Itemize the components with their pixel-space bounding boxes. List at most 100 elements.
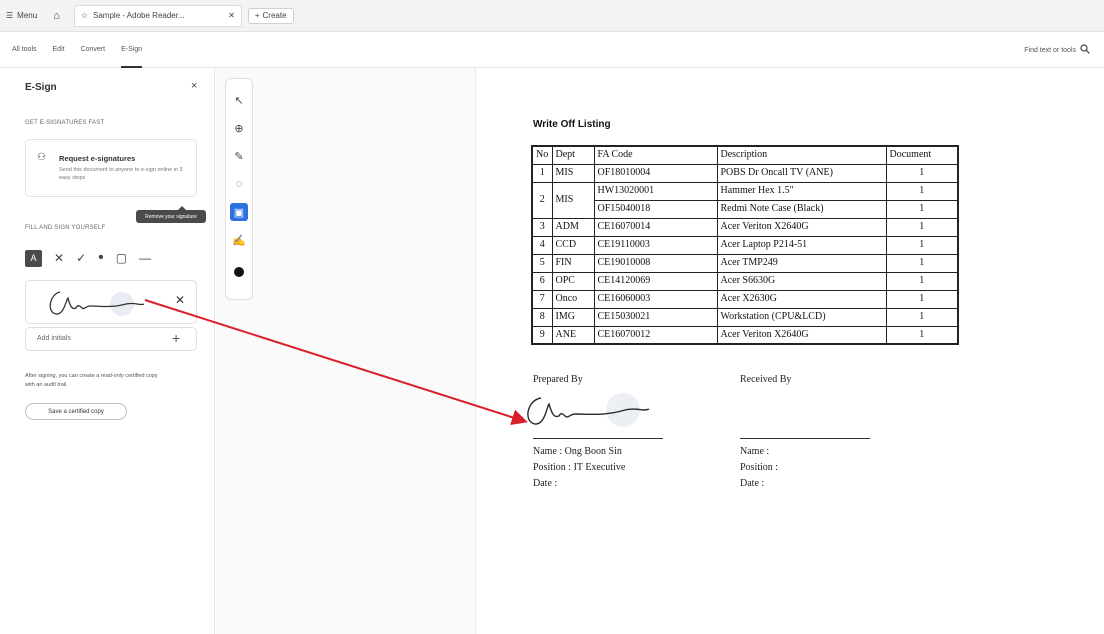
cell-description: Hammer Hex 1.5" [716,181,887,201]
menu-button[interactable]: ☰ Menu [6,11,37,20]
add-text-icon[interactable]: A [25,249,42,267]
cell-dept: ANE [551,325,595,345]
document-canvas-margin [216,68,475,634]
cell-fa-code: CE16070014 [593,217,718,237]
cell-fa-code: CE19010008 [593,253,718,273]
prepared-name: Name : Ong Boon Sin [533,446,622,457]
select-cursor-icon[interactable]: ↖ [230,91,248,109]
panel-title: E-Sign [25,82,57,93]
home-icon[interactable]: ⌂ [53,10,60,22]
received-by-label: Received By [740,374,792,385]
header-no: No [531,145,553,165]
dot-icon[interactable]: • [98,249,104,267]
cell-description: Acer Veriton X2640G [716,325,887,345]
tab-title: Sample - Adobe Reader... [93,11,185,20]
header-document: Document [885,145,959,165]
close-panel-icon[interactable]: × [191,80,197,92]
table-row: OF15040018 Redmi Note Case (Black) 1 [532,199,959,219]
menu-all-tools[interactable]: All tools [12,32,37,68]
cell-document: 1 [885,235,959,255]
section-label-fast: GET E-SIGNATURES FAST [25,120,105,126]
remove-signature-tooltip: Remove your signature [136,206,206,223]
pen-icon[interactable]: ✎ [230,147,248,165]
find-tools-search[interactable]: Find text or tools [1024,32,1090,68]
signature-card[interactable]: ✕ [25,280,197,324]
request-description: Send this document to anyone to e-sign o… [59,167,183,181]
cell-dept: FIN [551,253,595,273]
cell-fa-code: CE14120069 [593,271,718,291]
fill-sign-icon[interactable]: ▣ [230,203,248,221]
plus-icon: + [254,11,260,20]
add-initials-card[interactable]: Add initials + [25,327,197,351]
cell-dept: MIS [551,181,595,219]
request-title: Request e-signatures [59,154,136,163]
cell-dept: Onco [551,289,595,309]
cell-fa-code: CE19110003 [593,235,718,255]
received-position: Position : [740,462,779,473]
prepared-by-label: Prepared By [533,374,583,385]
received-date: Date : [740,478,765,489]
zoom-icon[interactable]: ⊕ [230,119,248,137]
table-row: 8 IMG CE15030021 Workstation (CPU&LCD) 1 [531,307,959,327]
cell-no: 7 [531,289,553,309]
certified-copy-info: After signing, you can create a read-onl… [25,373,158,388]
header-dept: Dept [551,145,595,165]
menu-e-sign[interactable]: E-Sign [121,32,143,68]
placed-signature[interactable] [515,388,655,436]
table-row: 4 CCD CE19110003 Acer Laptop P214-51 1 [531,235,959,255]
cell-description: Workstation (CPU&LCD) [716,307,887,327]
color-picker-icon[interactable] [230,263,248,281]
checkmark-icon[interactable]: ✓ [76,251,86,265]
menu-all-tools-label: All tools [12,46,37,53]
table-row: 9 ANE CE16070012 Acer Veriton X2640G 1 [531,325,959,345]
browser-tab-bar: ☰ Menu ⌂ ☆ Sample - Adobe Reader... ✕ + … [0,0,1104,32]
cell-dept: IMG [551,307,595,327]
line-icon[interactable]: — [139,251,151,265]
cell-no: 2 [531,181,553,219]
menu-edit-label: Edit [52,46,65,53]
search-icon [1080,43,1090,57]
cell-document: 1 [885,253,959,273]
cell-no: 1 [531,163,553,183]
close-tab-icon[interactable]: ✕ [228,11,235,20]
menu-convert[interactable]: Convert [81,32,106,68]
header-fa-code: FA Code [593,145,718,165]
request-esignatures-card[interactable]: ⚇ Request e-signatures Send this documen… [25,139,197,197]
create-label: Create [262,11,287,20]
table-row: 2 MIS HW13020001 Hammer Hex 1.5" 1 [531,181,959,219]
fill-sign-tools: A ✕ ✓ • ▢ — [25,249,151,267]
lasso-icon[interactable]: ◌ [230,175,248,193]
rectangle-icon[interactable]: ▢ [116,251,127,265]
remove-signature-icon[interactable]: ✕ [175,293,185,307]
star-icon[interactable]: ☆ [81,11,88,20]
cell-no: 6 [531,271,553,291]
document-tab[interactable]: ☆ Sample - Adobe Reader... ✕ [73,4,242,27]
cell-fa-code: CE16060003 [593,289,718,309]
menu-edit[interactable]: Edit [53,32,65,68]
cell-description: Acer TMP249 [716,253,887,273]
table-row: 5 FIN CE19010008 Acer TMP249 1 [531,253,959,273]
cell-fa-code: OF15040018 [593,199,718,219]
plus-icon[interactable]: + [172,330,180,346]
menu-convert-label: Convert [80,46,106,53]
cell-fa-code: CE15030021 [593,307,718,327]
cell-fa-code: CE16070012 [593,325,718,345]
cell-no: 5 [531,253,553,273]
signature-tool-icon[interactable]: ✍ [230,231,248,249]
prepared-signature-line [533,438,663,439]
cell-description: Acer Laptop P214-51 [716,235,887,255]
prepared-date: Date : [533,478,558,489]
cell-dept: MIS [551,163,595,183]
cross-mark-icon[interactable]: ✕ [54,251,64,265]
cell-document: 1 [885,181,959,201]
menu-e-sign-label: E-Sign [121,46,143,53]
header-description: Description [716,145,887,165]
write-off-table: No Dept FA Code Description Document 1 MI… [531,145,959,345]
cell-dept: OPC [551,271,595,291]
table-row: 1 MIS OF18010004 POBS Dr Oncall TV (ANE) 1 [531,163,959,183]
save-certified-copy-button[interactable]: Save a certified copy [25,403,127,420]
add-initials-label: Add initials [37,335,71,342]
received-name: Name : [740,446,770,457]
create-tab-button[interactable]: + Create [247,7,294,24]
cell-description: Redmi Note Case (Black) [716,199,887,219]
